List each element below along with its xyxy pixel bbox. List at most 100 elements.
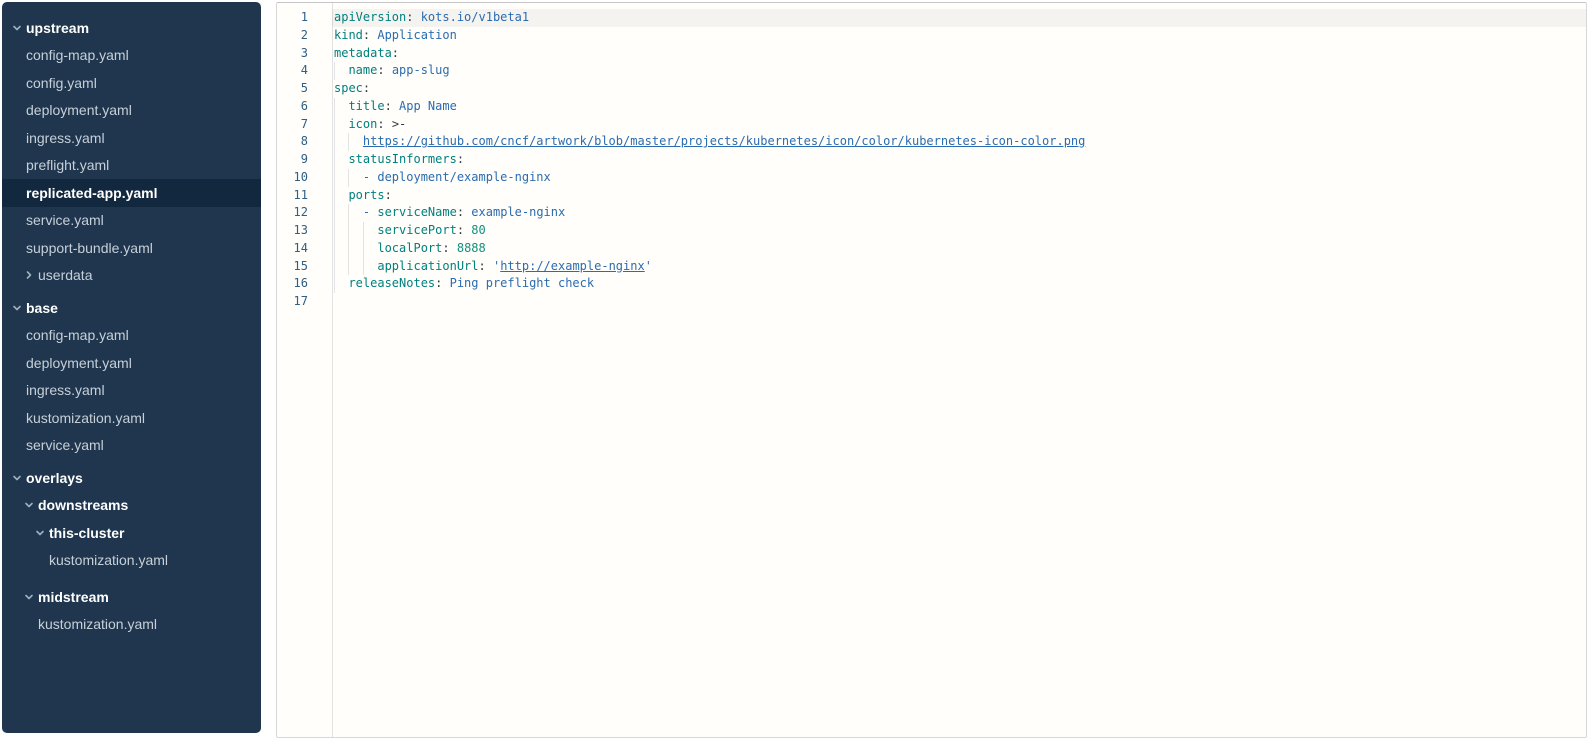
code-line[interactable]: 14 localPort: 8888 xyxy=(277,240,1586,258)
code-line[interactable]: 4 name: app-slug xyxy=(277,62,1586,80)
code-token: : xyxy=(385,99,399,113)
code-line-text[interactable]: kind: Application xyxy=(332,27,1586,45)
code-line[interactable]: 9 statusInformers: xyxy=(277,151,1586,169)
sidebar-file-deployment-yaml[interactable]: deployment.yaml xyxy=(2,97,261,125)
sidebar-file-deployment-yaml[interactable]: deployment.yaml xyxy=(2,349,261,377)
code-line[interactable]: 13 servicePort: 80 xyxy=(277,222,1586,240)
sidebar-file-ingress-yaml[interactable]: ingress.yaml xyxy=(2,124,261,152)
tree-folder-label: this-cluster xyxy=(49,525,124,541)
code-line-text[interactable]: name: app-slug xyxy=(332,62,1586,80)
code-token: : xyxy=(377,63,391,77)
code-line[interactable]: 11 ports: xyxy=(277,187,1586,205)
code-link[interactable]: https://github.com/cncf/artwork/blob/mas… xyxy=(363,134,1085,148)
tree-folder-label: downstreams xyxy=(38,497,128,513)
yaml-value: Ping preflight check xyxy=(450,276,595,290)
code-line[interactable]: 6 title: App Name xyxy=(277,98,1586,116)
code-line[interactable]: 3metadata: xyxy=(277,45,1586,63)
code-link[interactable]: http://example-nginx xyxy=(500,259,645,273)
yaml-value: Application xyxy=(377,28,456,42)
indent-guide xyxy=(363,258,364,276)
sidebar-file-kustomization-yaml[interactable]: kustomization.yaml xyxy=(2,404,261,432)
sidebar-file-config-yaml[interactable]: config.yaml xyxy=(2,69,261,97)
yaml-key: apiVersion xyxy=(334,10,406,24)
code-line-text[interactable]: - deployment/example-nginx xyxy=(332,169,1586,187)
code-line-text[interactable]: metadata: xyxy=(332,45,1586,63)
yaml-value: - xyxy=(363,205,377,219)
line-number: 15 xyxy=(277,258,332,276)
code-line-text[interactable]: https://github.com/cncf/artwork/blob/mas… xyxy=(332,133,1586,151)
sidebar-folder-userdata[interactable]: userdata xyxy=(2,262,261,290)
code-line-text[interactable]: ports: xyxy=(332,187,1586,205)
code-token xyxy=(334,259,377,273)
tree-file-label: ingress.yaml xyxy=(26,382,105,398)
line-number: 7 xyxy=(277,116,332,134)
sidebar-file-kustomization-yaml[interactable]: kustomization.yaml xyxy=(2,611,261,639)
code-line-text[interactable]: spec: xyxy=(332,80,1586,98)
code-token: : xyxy=(406,10,420,24)
tree-folder-label: base xyxy=(26,300,58,316)
tree-file-label: deployment.yaml xyxy=(26,355,132,371)
sidebar-file-preflight-yaml[interactable]: preflight.yaml xyxy=(2,152,261,180)
sidebar-file-config-map-yaml[interactable]: config-map.yaml xyxy=(2,42,261,70)
code-line[interactable]: 5spec: xyxy=(277,80,1586,98)
yaml-key: statusInformers xyxy=(348,152,456,166)
code-line[interactable]: 10 - deployment/example-nginx xyxy=(277,169,1586,187)
code-line-text[interactable]: applicationUrl: 'http://example-nginx' xyxy=(332,258,1586,276)
code-line[interactable]: 17 xyxy=(277,293,1586,311)
yaml-key: metadata xyxy=(334,46,392,60)
code-line[interactable]: 12 - serviceName: example-nginx xyxy=(277,204,1586,222)
line-number: 3 xyxy=(277,45,332,63)
code-line-text[interactable] xyxy=(332,293,1586,311)
yaml-key: kind xyxy=(334,28,363,42)
sidebar-folder-upstream[interactable]: upstream xyxy=(2,14,261,42)
sidebar-file-kustomization-yaml[interactable]: kustomization.yaml xyxy=(2,547,261,575)
code-line[interactable]: 15 applicationUrl: 'http://example-nginx… xyxy=(277,258,1586,276)
code-line-text[interactable]: localPort: 8888 xyxy=(332,240,1586,258)
yaml-editor-panel[interactable]: 1apiVersion: kots.io/v1beta12kind: Appli… xyxy=(276,2,1587,738)
yaml-value: example-nginx xyxy=(471,205,565,219)
sidebar-file-support-bundle-yaml[interactable]: support-bundle.yaml xyxy=(2,234,261,262)
code-token: : xyxy=(385,188,392,202)
line-number: 10 xyxy=(277,169,332,187)
code-line[interactable]: 8 https://github.com/cncf/artwork/blob/m… xyxy=(277,133,1586,151)
sidebar-folder-base[interactable]: base xyxy=(2,294,261,322)
sidebar-folder-midstream[interactable]: midstream xyxy=(2,583,261,611)
tree-file-label: service.yaml xyxy=(26,437,104,453)
code-token xyxy=(334,117,348,131)
code-line-text[interactable]: statusInformers: xyxy=(332,151,1586,169)
tree-file-label: kustomization.yaml xyxy=(38,616,157,632)
chevron-down-icon xyxy=(12,303,26,313)
code-line-text[interactable]: - serviceName: example-nginx xyxy=(332,204,1586,222)
code-line-text[interactable]: releaseNotes: Ping preflight check xyxy=(332,275,1586,293)
code-area[interactable]: 1apiVersion: kots.io/v1beta12kind: Appli… xyxy=(277,9,1586,311)
sidebar-file-ingress-yaml[interactable]: ingress.yaml xyxy=(2,377,261,405)
code-line[interactable]: 2kind: Application xyxy=(277,27,1586,45)
sidebar-folder-downstreams[interactable]: downstreams xyxy=(2,492,261,520)
sidebar-file-config-map-yaml[interactable]: config-map.yaml xyxy=(2,322,261,350)
tree-folder-label: midstream xyxy=(38,589,109,605)
tree-file-label: ingress.yaml xyxy=(26,130,105,146)
sidebar-file-replicated-app-yaml[interactable]: replicated-app.yaml xyxy=(2,179,261,207)
tree-folder-label: overlays xyxy=(26,470,83,486)
chevron-down-icon xyxy=(35,528,49,538)
code-line-text[interactable]: icon: >- xyxy=(332,116,1586,134)
sidebar-folder-this-cluster[interactable]: this-cluster xyxy=(2,519,261,547)
code-token: : xyxy=(457,223,471,237)
code-line-text[interactable]: servicePort: 80 xyxy=(332,222,1586,240)
code-line[interactable]: 16 releaseNotes: Ping preflight check xyxy=(277,275,1586,293)
sidebar-folder-overlays[interactable]: overlays xyxy=(2,464,261,492)
yaml-key: icon xyxy=(348,117,377,131)
line-number: 14 xyxy=(277,240,332,258)
code-line-text[interactable]: title: App Name xyxy=(332,98,1586,116)
line-number: 4 xyxy=(277,62,332,80)
sidebar-file-service-yaml[interactable]: service.yaml xyxy=(2,432,261,460)
code-line[interactable]: 1apiVersion: kots.io/v1beta1 xyxy=(277,9,1586,27)
code-line[interactable]: 7 icon: >- xyxy=(277,116,1586,134)
tree-file-label: kustomization.yaml xyxy=(26,410,145,426)
code-token xyxy=(334,223,377,237)
sidebar-file-service-yaml[interactable]: service.yaml xyxy=(2,207,261,235)
code-line-text[interactable]: apiVersion: kots.io/v1beta1 xyxy=(332,9,1586,27)
code-token: : xyxy=(363,28,377,42)
line-number: 13 xyxy=(277,222,332,240)
indent-guide xyxy=(334,240,335,258)
